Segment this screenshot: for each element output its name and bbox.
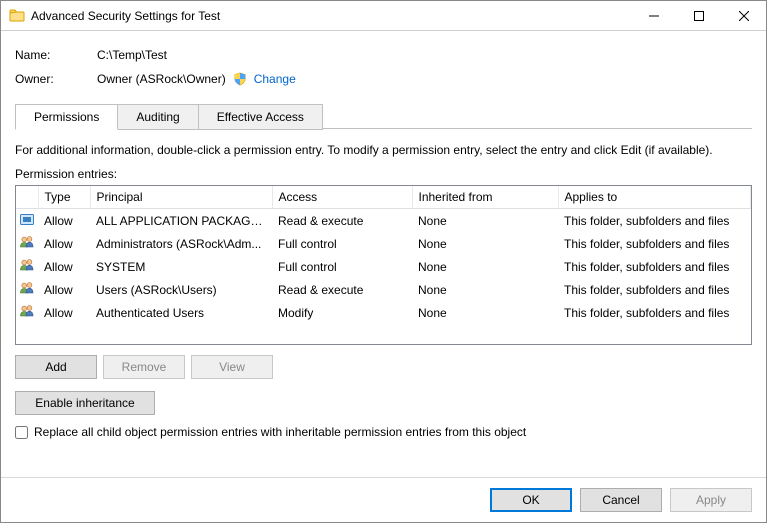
entry-applies: This folder, subfolders and files	[558, 301, 751, 324]
replace-children-label[interactable]: Replace all child object permission entr…	[34, 425, 526, 439]
entry-principal: SYSTEM	[90, 255, 272, 278]
entry-type: Allow	[38, 278, 90, 301]
tabs: Permissions Auditing Effective Access	[15, 103, 752, 129]
column-principal[interactable]: Principal	[90, 186, 272, 209]
content-area: Name: C:\Temp\Test Owner: Owner (ASRock\…	[1, 31, 766, 477]
owner-row: Owner: Owner (ASRock\Owner) Change	[15, 67, 752, 91]
entry-icon	[16, 232, 38, 255]
entry-applies: This folder, subfolders and files	[558, 232, 751, 255]
column-applies[interactable]: Applies to	[558, 186, 751, 209]
entry-applies: This folder, subfolders and files	[558, 278, 751, 301]
table-row[interactable]: AllowALL APPLICATION PACKAGESRead & exec…	[16, 209, 751, 233]
dialog-footer: OK Cancel Apply	[1, 477, 766, 522]
entry-principal: Users (ASRock\Users)	[90, 278, 272, 301]
entry-principal: Administrators (ASRock\Adm...	[90, 232, 272, 255]
table-row[interactable]: AllowSYSTEMFull controlNoneThis folder, …	[16, 255, 751, 278]
column-type[interactable]: Type	[38, 186, 90, 209]
column-access[interactable]: Access	[272, 186, 412, 209]
entry-type: Allow	[38, 301, 90, 324]
info-text: For additional information, double-click…	[15, 143, 752, 157]
replace-children-row: Replace all child object permission entr…	[15, 425, 752, 439]
entry-buttons-row: Add Remove View	[15, 355, 752, 379]
add-button[interactable]: Add	[15, 355, 97, 379]
entry-principal: Authenticated Users	[90, 301, 272, 324]
entry-icon	[16, 255, 38, 278]
apply-button[interactable]: Apply	[670, 488, 752, 512]
group-icon	[19, 280, 35, 296]
entry-type: Allow	[38, 255, 90, 278]
table-row[interactable]: AllowAuthenticated UsersModifyNoneThis f…	[16, 301, 751, 324]
entry-access: Read & execute	[272, 209, 412, 233]
entry-access: Full control	[272, 255, 412, 278]
change-owner-link[interactable]: Change	[254, 72, 296, 86]
entry-type: Allow	[38, 209, 90, 233]
tab-underline	[323, 128, 752, 129]
entry-inherited: None	[412, 301, 558, 324]
entry-access: Read & execute	[272, 278, 412, 301]
entry-icon	[16, 209, 38, 233]
group-icon	[19, 303, 35, 319]
entry-applies: This folder, subfolders and files	[558, 255, 751, 278]
column-icon[interactable]	[16, 186, 38, 209]
permission-entries-table: Type Principal Access Inherited from App…	[15, 185, 752, 345]
entry-inherited: None	[412, 209, 558, 233]
entry-inherited: None	[412, 255, 558, 278]
entry-type: Allow	[38, 232, 90, 255]
entry-inherited: None	[412, 232, 558, 255]
permission-entries-label: Permission entries:	[15, 167, 752, 181]
table-row[interactable]: AllowAdministrators (ASRock\Adm...Full c…	[16, 232, 751, 255]
ok-button[interactable]: OK	[490, 488, 572, 512]
entry-applies: This folder, subfolders and files	[558, 209, 751, 233]
owner-value: Owner (ASRock\Owner)	[97, 72, 226, 86]
entry-principal: ALL APPLICATION PACKAGES	[90, 209, 272, 233]
tab-strip: Permissions Auditing Effective Access	[15, 103, 752, 129]
name-row: Name: C:\Temp\Test	[15, 43, 752, 67]
replace-children-checkbox[interactable]	[15, 426, 28, 439]
window-controls	[631, 1, 766, 30]
table-header-row: Type Principal Access Inherited from App…	[16, 186, 751, 209]
enable-inheritance-button[interactable]: Enable inheritance	[15, 391, 155, 415]
remove-button[interactable]: Remove	[103, 355, 185, 379]
tab-effective-access[interactable]: Effective Access	[199, 104, 323, 130]
view-button[interactable]: View	[191, 355, 273, 379]
tab-permissions[interactable]: Permissions	[15, 104, 118, 130]
tab-auditing[interactable]: Auditing	[118, 104, 198, 130]
minimize-button[interactable]	[631, 1, 676, 30]
column-inherited[interactable]: Inherited from	[412, 186, 558, 209]
entry-inherited: None	[412, 278, 558, 301]
owner-label: Owner:	[15, 72, 97, 86]
group-icon	[19, 234, 35, 250]
table-row[interactable]: AllowUsers (ASRock\Users)Read & executeN…	[16, 278, 751, 301]
shield-icon	[232, 71, 248, 87]
maximize-button[interactable]	[676, 1, 721, 30]
window-title: Advanced Security Settings for Test	[31, 9, 220, 23]
entry-access: Full control	[272, 232, 412, 255]
entry-access: Modify	[272, 301, 412, 324]
cancel-button[interactable]: Cancel	[580, 488, 662, 512]
name-label: Name:	[15, 48, 97, 62]
folder-icon	[9, 8, 25, 24]
entry-icon	[16, 301, 38, 324]
entry-icon	[16, 278, 38, 301]
titlebar: Advanced Security Settings for Test	[1, 1, 766, 31]
group-icon	[19, 257, 35, 273]
enable-inheritance-row: Enable inheritance	[15, 391, 752, 415]
close-button[interactable]	[721, 1, 766, 30]
name-value: C:\Temp\Test	[97, 48, 167, 62]
package-icon	[19, 211, 35, 227]
